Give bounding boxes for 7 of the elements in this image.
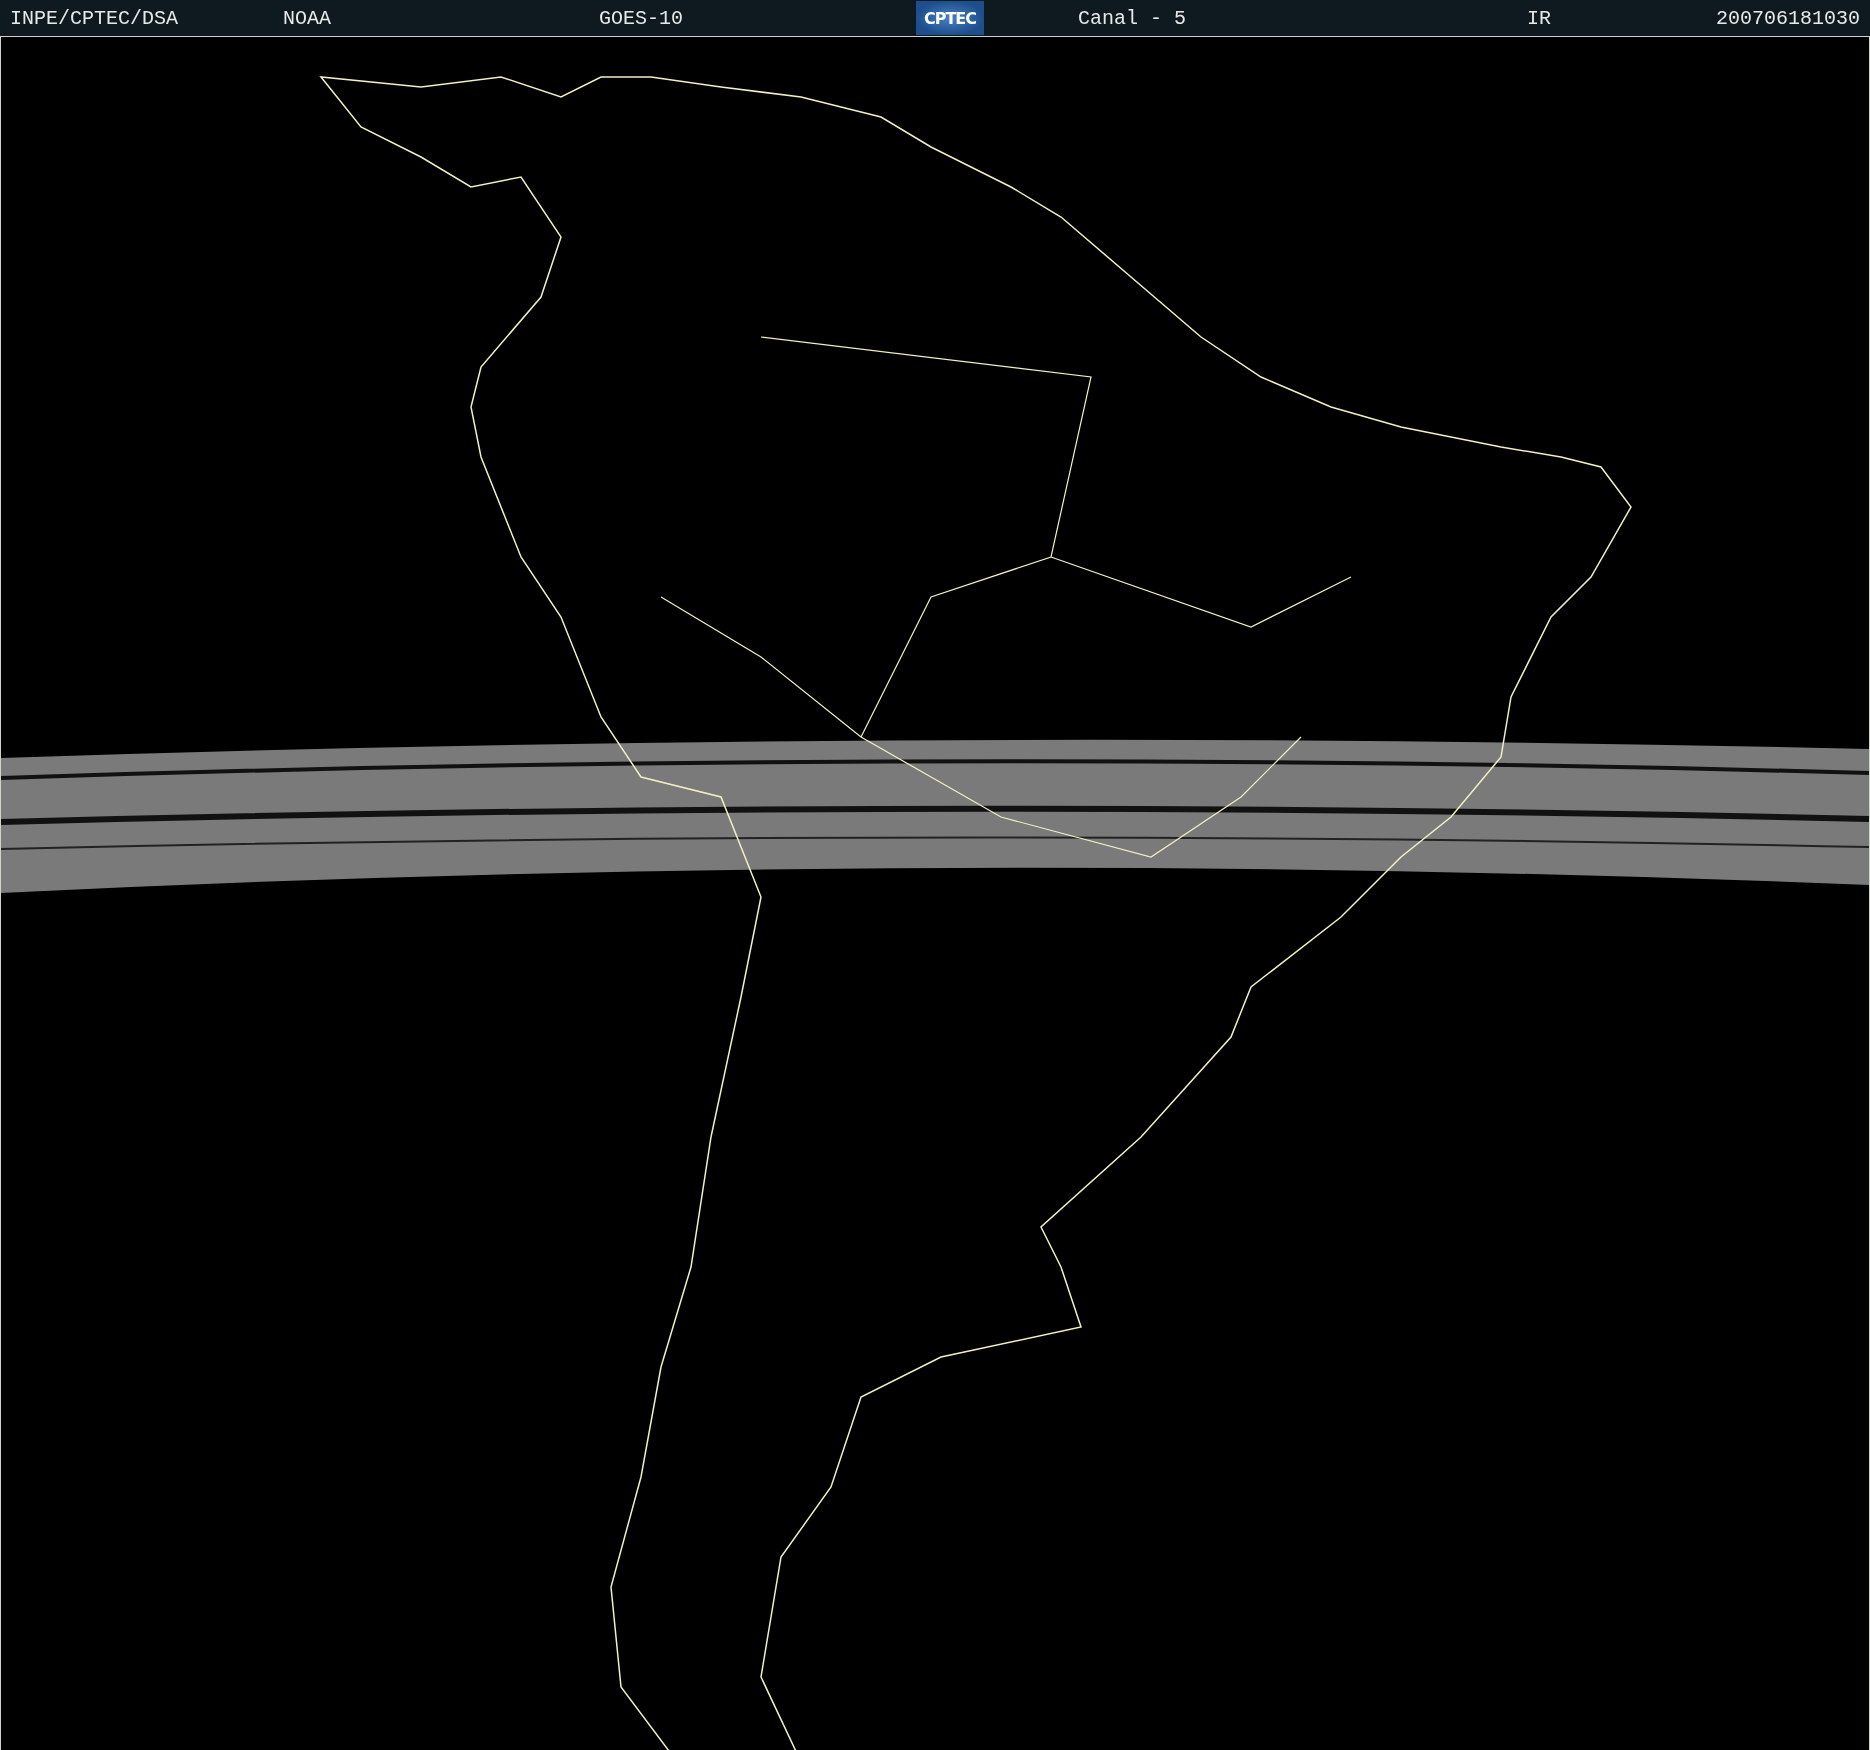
header-label: IR bbox=[1527, 6, 1551, 30]
header-label: GOES-10 bbox=[599, 6, 683, 30]
header-label: INPE/CPTEC/DSA bbox=[10, 6, 179, 30]
header-label: Canal - 5 bbox=[1078, 6, 1187, 30]
logo: CPTEC bbox=[916, 1, 984, 35]
timestamp: 200706181030 bbox=[1715, 6, 1860, 30]
header-label: NOAA bbox=[283, 6, 331, 30]
